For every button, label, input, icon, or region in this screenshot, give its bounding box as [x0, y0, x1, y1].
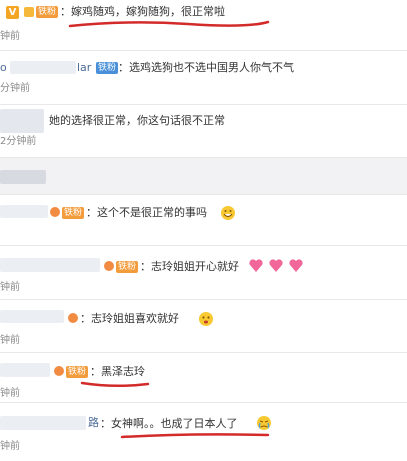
blurred-username: [0, 109, 44, 133]
blurred-username: [0, 258, 100, 272]
crown-icon: [24, 7, 34, 17]
comment-row: 铁粉 ：志玲姐姐开心就好 钟前: [0, 246, 407, 298]
verified-v-icon: V: [6, 6, 19, 19]
user-nick[interactable]: o: [0, 61, 7, 75]
happy-emoji-icon: [199, 312, 213, 326]
comment-text: ：志玲姐姐喜欢就好: [80, 312, 179, 325]
comment-text: ：女神啊。。也成了日本人了: [100, 417, 238, 430]
crying-emoji-icon: [257, 416, 271, 430]
blurred-username: [10, 61, 76, 74]
fan-badge[interactable]: 铁粉: [66, 366, 89, 378]
crown-icon: [50, 207, 60, 217]
comment-row: ：志玲姐姐喜欢就好 钟前: [0, 300, 407, 352]
user-nick[interactable]: 路: [88, 416, 99, 430]
comment-text: ：这个不是很正常的事吗: [86, 206, 207, 219]
comment-time: 钟前: [0, 441, 20, 452]
comment-time: 钟前: [0, 31, 20, 42]
comment-text: ：黑泽志玲: [90, 365, 145, 378]
comment-row: 铁粉 ：这个不是很正常的事吗: [0, 195, 407, 245]
blurred-username: [0, 363, 50, 377]
comment-text: ：嫁鸡随鸡，嫁狗随狗，很正常啦: [60, 5, 225, 18]
blurred-username: [0, 205, 48, 218]
comment-time: 钟前: [0, 335, 20, 346]
comment-row: V 铁粉 ：嫁鸡随鸡，嫁狗随狗，很正常啦 钟前: [0, 0, 407, 48]
crown-icon: [54, 366, 64, 376]
heart-emoji-icon: [249, 259, 303, 272]
laughing-emoji-icon: [221, 206, 235, 220]
user-nick[interactable]: lar: [77, 61, 91, 75]
fan-badge[interactable]: 铁粉: [36, 6, 59, 18]
comment-row: 铁粉 ：黑泽志玲 钟前: [0, 353, 407, 401]
crown-icon: [68, 313, 78, 323]
comment-time: 钟前: [0, 282, 20, 293]
comment-row: 她的选择很正常，你这句话很不正常 2分钟前: [0, 105, 407, 157]
comment-time: 分钟前: [0, 83, 30, 94]
fan-badge[interactable]: 铁粉: [96, 62, 119, 74]
comment-text: ：志玲姐姐开心就好: [140, 260, 239, 273]
red-underline: [80, 381, 150, 388]
fan-badge[interactable]: 铁粉: [62, 207, 85, 219]
comment-text: ：选鸡选狗也不选中国男人你气不气: [118, 61, 294, 74]
red-underline: [120, 433, 270, 439]
comment-row: [0, 158, 407, 194]
comment-row: 路 ：女神啊。。也成了日本人了 钟前: [0, 403, 407, 461]
fan-badge[interactable]: 铁粉: [116, 261, 139, 273]
blurred-username: [0, 170, 46, 184]
blurred-username: [0, 310, 64, 323]
red-underline: [68, 20, 270, 28]
comment-time: 钟前: [0, 388, 20, 399]
comment-row: o lar 铁粉 ：选鸡选狗也不选中国男人你气不气 分钟前: [0, 51, 407, 103]
crown-icon: [104, 261, 114, 271]
blurred-username: [0, 416, 86, 430]
comment-text: 她的选择很正常，你这句话很不正常: [49, 114, 225, 127]
comment-time: 2分钟前: [0, 136, 37, 147]
